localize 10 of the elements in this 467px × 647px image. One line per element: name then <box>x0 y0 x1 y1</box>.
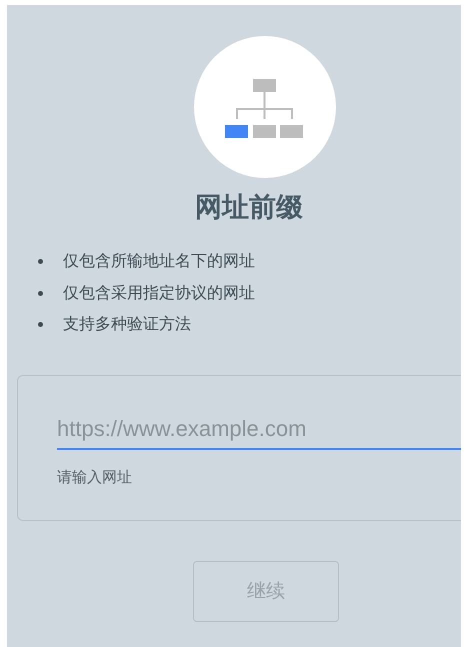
helper-text: 请输入网址 <box>57 468 133 486</box>
sitemap-icon <box>225 79 305 139</box>
title: 网址前缀 <box>195 191 303 225</box>
bullet-icon <box>38 322 43 328</box>
feature-text: 仅包含所输地址名下的网址 <box>63 251 255 272</box>
url-input-field[interactable]: https://www.example.com <box>57 416 461 450</box>
bullet-icon <box>38 290 43 296</box>
feature-text: 仅包含采用指定协议的网址 <box>63 282 255 304</box>
feature-text: 支持多种验证方法 <box>63 314 191 336</box>
bullet-icon <box>38 259 43 264</box>
